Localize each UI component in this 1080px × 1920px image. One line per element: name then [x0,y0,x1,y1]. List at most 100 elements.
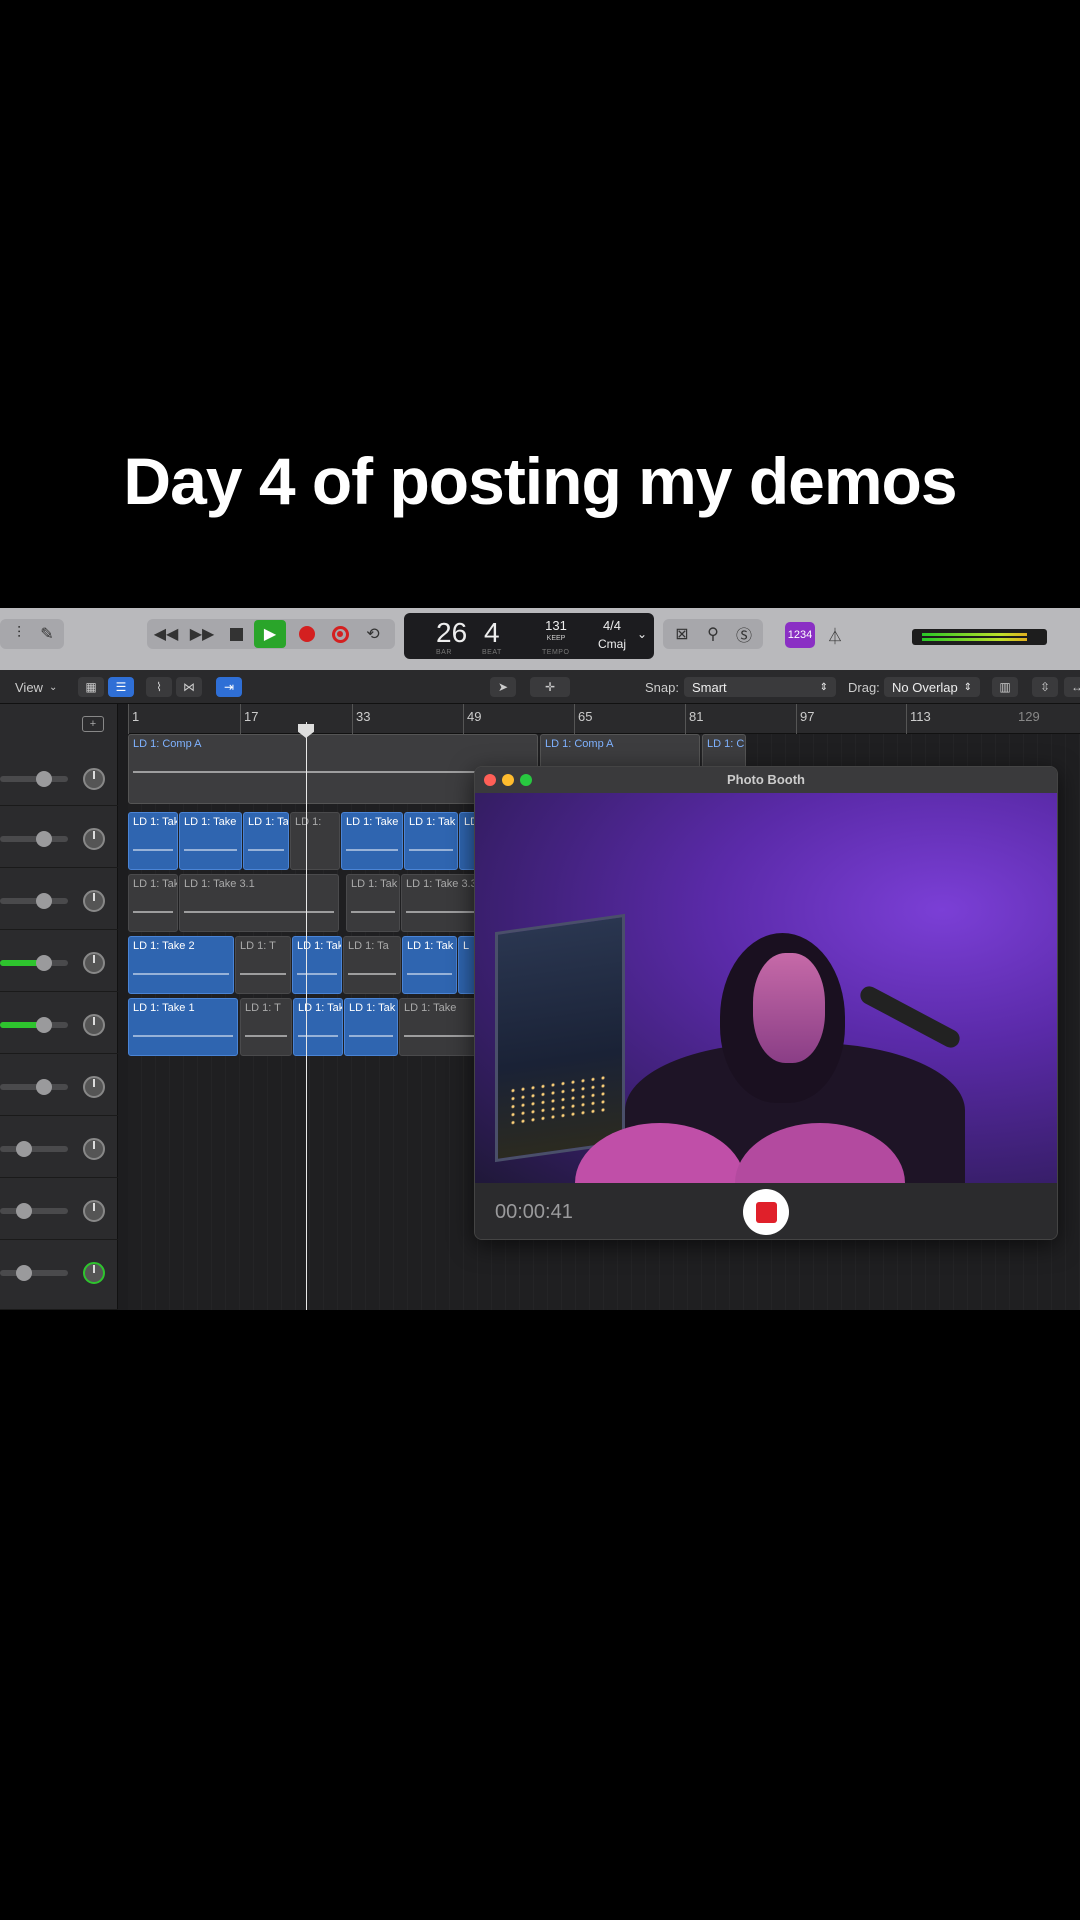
automation-icon[interactable]: ⌇ [146,677,172,697]
tuner-icon[interactable]: ⚲ [698,619,728,649]
rewind-icon[interactable]: ◀◀ [151,619,181,649]
region-take[interactable]: LD 1: Tak [402,936,457,994]
volume-slider[interactable] [0,1079,68,1095]
track-header-empty-3[interactable] [0,1178,118,1240]
stop-icon [755,1201,777,1223]
cycle-button[interactable]: ⟲ [358,619,388,649]
minimize-button[interactable] [502,774,514,786]
pan-knob[interactable] [83,1200,105,1222]
track-header-take-7[interactable] [0,806,118,868]
stop-icon [229,627,243,641]
region-take[interactable]: LD 1: Tak [128,812,178,870]
pan-knob[interactable] [83,952,105,974]
track-header-comp[interactable] [0,736,118,806]
slider-knob[interactable] [16,1265,32,1281]
waveform-zoom-icon[interactable]: ▥ [992,677,1018,697]
volume-slider[interactable] [0,1265,68,1281]
track-header-take-3[interactable] [0,868,118,930]
region-take[interactable]: LD 1: Ta [343,936,401,994]
close-button[interactable] [484,774,496,786]
grid-view-icon[interactable]: ▦ [78,677,104,697]
track-header-empty-2[interactable] [0,1116,118,1178]
horizontal-zoom-icon[interactable]: ↔ [1064,677,1080,697]
low-latency-icon[interactable]: ⊠ [667,619,697,649]
region-take[interactable]: LD 1: Take 2 [128,936,234,994]
view-menu[interactable]: View ⌄ [15,677,57,697]
slider-knob[interactable] [16,1203,32,1219]
track-header-empty-1[interactable] [0,1054,118,1116]
snap-select[interactable]: Smart ⇕ [684,677,836,697]
region-take[interactable]: LD 1: T [240,998,292,1056]
vertical-zoom-icon[interactable]: ⇳ [1032,677,1058,697]
volume-slider[interactable] [0,771,68,787]
volume-slider[interactable] [0,955,68,971]
slider-knob[interactable] [36,893,52,909]
slider-knob[interactable] [36,771,52,787]
track-header-take-2[interactable] [0,930,118,992]
region-take[interactable]: LD 1: Tak [292,936,342,994]
region-label: LD 1: [295,816,322,828]
drag-select[interactable]: No Overlap ⇕ [884,677,980,697]
list-view-icon[interactable]: ☰ [108,677,134,697]
pan-knob[interactable] [83,1138,105,1160]
volume-slider[interactable] [0,1141,68,1157]
solo-icon[interactable]: Ⓢ [729,619,759,649]
window-title: Photo Booth [475,767,1057,793]
playhead[interactable] [306,722,307,1310]
stop-button[interactable] [221,619,251,649]
mixer-icon[interactable]: ⫶ [4,619,34,649]
region-take[interactable]: LD 1: Tak [344,998,398,1056]
stop-recording-button[interactable] [743,1189,789,1235]
view-label: View [15,679,43,695]
flex-icon[interactable]: ⋈ [176,677,202,697]
play-button[interactable]: ▶ [254,620,286,648]
track-header-take-1[interactable] [0,992,118,1054]
region-take[interactable]: LD 1: Tak [128,874,178,932]
region-take[interactable]: LD 1: Ta [243,812,289,870]
tempo-mode: KEEP [546,635,566,642]
volume-slider[interactable] [0,1203,68,1219]
track-header-empty-4[interactable] [0,1240,118,1310]
metronome-icon[interactable]: ⏃ [820,620,850,650]
catch-playhead-icon[interactable]: ⇥ [216,677,242,697]
ruler-mark: 129 [1018,709,1040,724]
region-take[interactable]: LD 1: Tak [404,812,458,870]
region-take[interactable]: LD 1: Take 1 [128,998,238,1056]
slider-knob[interactable] [16,1141,32,1157]
count-in-button[interactable]: 1234 [785,622,815,648]
capture-record-button[interactable] [325,619,355,649]
volume-slider[interactable] [0,893,68,909]
pan-knob[interactable] [83,1076,105,1098]
region-take[interactable]: LD 1: Take [341,812,403,870]
chevron-down-icon[interactable]: ⌄ [637,627,647,641]
zoom-button[interactable] [520,774,532,786]
region-take[interactable]: LD 1: Tak [293,998,343,1056]
lcd-display[interactable]: 26 4 BAR BEAT 131 KEEP TEMPO 4/4 Cmaj ⌄ [404,613,654,659]
slider-knob[interactable] [36,1079,52,1095]
pan-knob[interactable] [83,1262,105,1284]
pan-knob[interactable] [83,890,105,912]
marquee-tool-icon[interactable]: ✛ [530,677,570,697]
slider-knob[interactable] [36,1017,52,1033]
region-take[interactable]: LD 1: Take [179,812,242,870]
region-take[interactable]: LD 1: Take 3.3 [401,874,481,932]
pan-knob[interactable] [83,1014,105,1036]
pencil-icon[interactable]: ✎ [32,619,62,649]
pan-knob[interactable] [83,828,105,850]
volume-slider[interactable] [0,1017,68,1033]
fast-forward-icon[interactable]: ▶▶ [187,619,217,649]
slider-knob[interactable] [36,955,52,971]
photo-booth-window[interactable]: Photo Booth 00:00:41 [474,766,1058,1240]
region-take[interactable]: LD 1: Take [399,998,479,1056]
region-take[interactable]: LD 1: Tak [346,874,400,932]
region-take[interactable]: LD 1: T [235,936,291,994]
pan-knob[interactable] [83,768,105,790]
bar-ruler[interactable]: 1 17 33 49 65 81 97 113 129 [128,704,1080,734]
slider-knob[interactable] [36,831,52,847]
region-take[interactable]: LD 1: [290,812,340,870]
add-track-icon[interactable]: + [82,716,104,732]
record-button[interactable] [292,619,322,649]
pointer-tool-icon[interactable]: ➤ [490,677,516,697]
region-take[interactable]: LD 1: Take 3.1 [179,874,339,932]
volume-slider[interactable] [0,831,68,847]
